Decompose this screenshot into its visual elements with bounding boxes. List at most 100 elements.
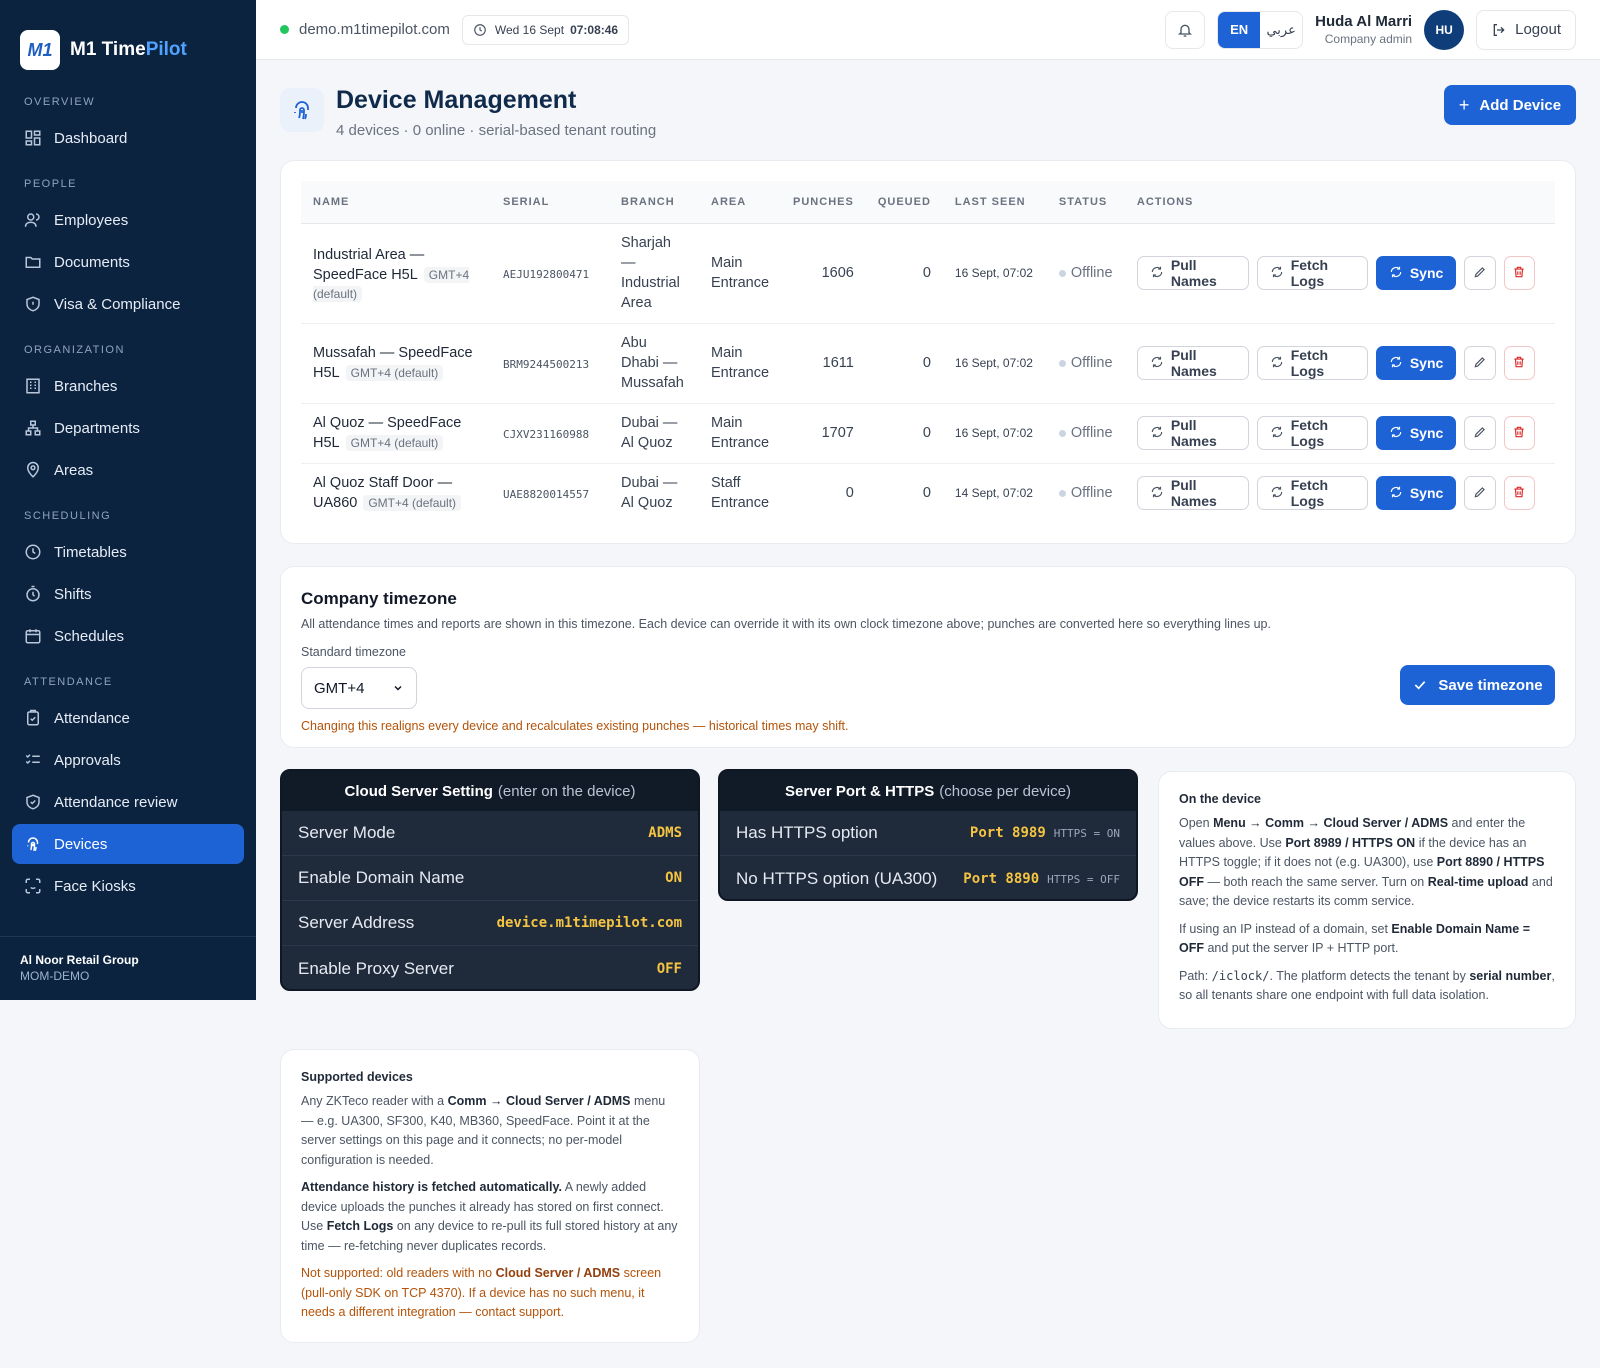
notifications-button[interactable] xyxy=(1165,10,1206,49)
edit-device-button[interactable] xyxy=(1464,416,1496,450)
area-cell: Main Entrance xyxy=(699,403,782,464)
sidebar-item-label: Attendance review xyxy=(54,793,178,811)
language-toggle: EN عربي xyxy=(1217,10,1304,49)
timezone-select[interactable]: GMT+4 xyxy=(301,667,417,709)
sync-button[interactable]: Sync xyxy=(1375,416,1457,450)
sidebar-item-label: Timetables xyxy=(54,543,127,561)
status-dot xyxy=(1058,429,1066,437)
sidebar-item-shifts[interactable]: Shifts xyxy=(12,574,244,614)
device-info-title: On the device xyxy=(1179,792,1261,806)
shield-check-icon xyxy=(24,793,42,811)
sync-button[interactable]: Sync xyxy=(1375,256,1457,290)
pull-names-label: Pull Names xyxy=(1170,257,1217,289)
area-cell: Staff Entrance xyxy=(711,475,770,512)
sidebar-item-schedules[interactable]: Schedules xyxy=(12,616,244,656)
fetch-logs-button[interactable]: Fetch Logs xyxy=(1256,346,1368,380)
setting-row: Has HTTPS option Port 8989 HTTPS = ON xyxy=(720,811,1136,856)
server-port-panel: Server Port & HTTPS (choose per device) H… xyxy=(718,769,1138,901)
sidebar-item-timetables[interactable]: Timetables xyxy=(12,532,244,572)
col-actions: ACTIONS xyxy=(1124,181,1555,224)
sidebar-item-documents[interactable]: Documents xyxy=(12,242,244,282)
col-name: NAME xyxy=(301,181,491,224)
brand[interactable]: M1 M1 TimePilot xyxy=(0,0,256,80)
clock-pill: Wed 16 Sept 07:08:46 xyxy=(461,14,630,45)
sidebar-item-approvals[interactable]: Approvals xyxy=(12,740,244,780)
sidebar-item-attendance[interactable]: Attendance xyxy=(12,698,244,738)
device-name[interactable]: Industrial Area — SpeedFace H5L xyxy=(313,247,424,283)
setting-row: Enable Domain Name ON xyxy=(282,856,698,901)
topbar: demo.m1timepilot.com Wed 16 Sept 07:08:4… xyxy=(256,0,1600,60)
col-queued: QUEUED xyxy=(865,181,943,224)
queued-cell: 0 xyxy=(922,485,931,502)
fetch-logs-button[interactable]: Fetch Logs xyxy=(1256,256,1368,290)
pull-names-button[interactable]: Pull Names xyxy=(1136,476,1249,511)
pull-names-button[interactable]: Pull Names xyxy=(1136,346,1249,380)
save-timezone-button[interactable]: Save timezone xyxy=(1400,665,1555,705)
supported-title: Supported devices xyxy=(301,1070,413,1084)
sync-button[interactable]: Sync xyxy=(1375,346,1457,380)
sidebar-item-label: Dashboard xyxy=(54,129,128,147)
fetch-logs-label: Fetch Logs xyxy=(1290,477,1329,510)
sidebar-item-employees[interactable]: Employees xyxy=(12,200,244,240)
edit-device-button[interactable] xyxy=(1464,256,1496,290)
edit-device-button[interactable] xyxy=(1464,476,1496,511)
setting-key: No HTTPS option (UA300) xyxy=(736,868,938,888)
setting-extra: HTTPS = ON xyxy=(1053,827,1120,840)
setting-row: Server Address device.m1timepilot.com xyxy=(282,901,698,946)
queued-cell: 0 xyxy=(865,323,943,404)
add-device-button[interactable]: + Add Device xyxy=(1444,85,1576,125)
serial-cell: AEJU192800471 xyxy=(491,223,609,324)
area-cell: Main Entrance xyxy=(699,323,782,404)
fetch-logs-button[interactable]: Fetch Logs xyxy=(1256,416,1368,450)
status-badge: Offline xyxy=(1058,265,1113,281)
fetch-logs-button[interactable]: Fetch Logs xyxy=(1256,476,1368,511)
delete-device-button[interactable] xyxy=(1503,416,1536,450)
sidebar-item-dashboard[interactable]: Dashboard xyxy=(12,118,244,158)
pull-names-button[interactable]: Pull Names xyxy=(1136,256,1249,290)
sidebar-item-attendance-review[interactable]: Attendance review xyxy=(12,782,244,822)
device-serial: AEJU192800471 xyxy=(503,268,590,281)
fetch-logs-label: Fetch Logs xyxy=(1290,347,1329,379)
device-timezone-badge: GMT+4 (default) xyxy=(363,495,462,512)
serial-cell: CJXV231160988 xyxy=(491,403,609,464)
setting-value: ADMS xyxy=(648,825,682,841)
branch-cell: Sharjah — Industrial Area xyxy=(609,223,699,324)
device-name-cell: Mussafah — SpeedFace H5L GMT+4 (default) xyxy=(301,323,491,404)
sidebar-item-face-kiosks[interactable]: Face Kiosks xyxy=(12,866,244,906)
status-cell: Offline xyxy=(1047,463,1125,523)
actions-cell: Pull Names Fetch Logs Sync xyxy=(1124,223,1555,324)
fetch-logs-label: Fetch Logs xyxy=(1290,417,1329,449)
avatar[interactable]: HU xyxy=(1424,9,1465,50)
delete-device-button[interactable] xyxy=(1503,346,1536,380)
sidebar-item-visa-compliance[interactable]: Visa & Compliance xyxy=(12,284,244,324)
timezone-label: Standard timezone xyxy=(301,645,406,659)
setting-value: ON xyxy=(665,870,682,886)
sync-button[interactable]: Sync xyxy=(1375,476,1457,511)
sidebar-item-areas[interactable]: Areas xyxy=(12,450,244,490)
sidebar-item-departments[interactable]: Departments xyxy=(12,408,244,448)
page-subtitle: 4 devices · 0 online · serial-based tena… xyxy=(336,122,657,139)
delete-device-button[interactable] xyxy=(1503,476,1536,511)
last-seen-cell: 14 Sept, 07:02 xyxy=(954,486,1033,501)
save-timezone-label: Save timezone xyxy=(1438,676,1543,694)
logout-button[interactable]: Logout xyxy=(1476,9,1576,50)
pull-names-button[interactable]: Pull Names xyxy=(1136,416,1249,450)
refresh-icon xyxy=(1270,355,1284,372)
current-date: Wed 16 Sept xyxy=(494,22,565,37)
delete-device-button[interactable] xyxy=(1503,256,1536,290)
status-dot xyxy=(1058,269,1066,277)
refresh-icon xyxy=(1150,265,1164,282)
pencil-icon xyxy=(1473,485,1487,502)
lang-ar-button[interactable]: عربي xyxy=(1260,12,1302,48)
timezone-description: All attendance times and reports are sho… xyxy=(301,617,1271,631)
cloud-server-panel: Cloud Server Setting (enter on the device… xyxy=(280,769,700,991)
sidebar-item-branches[interactable]: Branches xyxy=(12,366,244,406)
trash-icon xyxy=(1512,425,1526,442)
edit-device-button[interactable] xyxy=(1464,346,1496,380)
sidebar-item-devices[interactable]: Devices xyxy=(12,824,244,864)
sync-label: Sync xyxy=(1409,485,1444,502)
device-info-paragraph: If using an IP instead of a domain, set … xyxy=(1179,921,1530,956)
org-name: Al Noor Retail Group xyxy=(20,953,139,967)
pencil-icon xyxy=(1473,265,1487,282)
lang-en-button[interactable]: EN xyxy=(1218,11,1261,48)
